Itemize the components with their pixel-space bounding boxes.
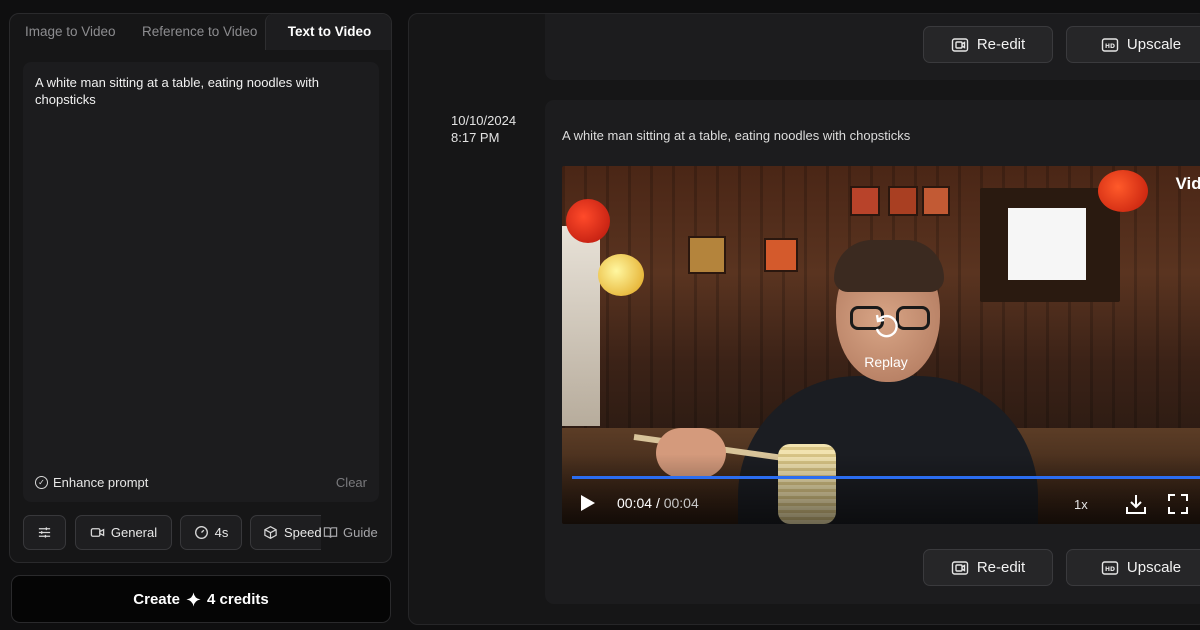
re-edit-label: Re-edit <box>976 36 1026 53</box>
prompt-text[interactable]: A white man sitting at a table, eating n… <box>35 74 365 108</box>
duration-selector[interactable]: 4s <box>180 515 242 550</box>
replay-button[interactable]: Replay <box>856 310 916 370</box>
guide-label: Guide <box>343 525 378 540</box>
replay-label: Replay <box>864 354 908 370</box>
svg-text:HD: HD <box>1105 43 1115 50</box>
svg-text:HD: HD <box>1105 566 1115 573</box>
video-progress-fill <box>572 476 1200 479</box>
video-frame-poster <box>922 186 950 216</box>
play-icon[interactable] <box>576 492 598 514</box>
enhance-prompt-label: Enhance prompt <box>53 475 149 490</box>
re-edit-button[interactable]: Re-edit <box>923 26 1053 63</box>
tab-reference-to-video[interactable]: Reference to Video <box>142 14 257 50</box>
playback-speed-button[interactable]: 1x <box>1074 497 1088 512</box>
video-frame-poster <box>850 186 880 216</box>
video-frame-window-left <box>562 226 600 426</box>
hd-icon: HD <box>1101 560 1119 575</box>
history-panel: Re-edit HD Upscale 10/10/2024 8:17 PM A … <box>408 13 1200 625</box>
hd-icon: HD <box>1101 37 1119 52</box>
video-frame-lantern <box>1098 170 1148 212</box>
history-card-current: A white man sitting at a table, eating n… <box>545 100 1200 604</box>
enhance-prompt-toggle[interactable]: ✓ Enhance prompt <box>35 475 148 490</box>
total-time: 00:04 <box>663 495 699 511</box>
settings-button[interactable] <box>23 515 66 550</box>
upscale-label: Upscale <box>1126 36 1182 53</box>
speed-selector[interactable]: Speed <box>250 515 330 550</box>
model-label: General <box>110 525 158 540</box>
video-camera-icon <box>90 528 105 537</box>
options-row: General 4s Speed Guide <box>23 515 389 551</box>
tab-text-to-video[interactable]: Text to Video <box>265 14 391 50</box>
prompt-input[interactable]: A white man sitting at a table, eating n… <box>23 62 379 502</box>
video-frame-poster <box>688 236 726 274</box>
history-card-previous: Re-edit HD Upscale <box>545 14 1200 80</box>
clock-icon <box>194 526 208 539</box>
re-edit-icon <box>951 37 969 52</box>
guide-link[interactable]: Guide <box>321 515 389 550</box>
upscale-label: Upscale <box>1126 559 1182 576</box>
re-edit-button[interactable]: Re-edit <box>923 549 1053 586</box>
generation-date: 10/10/2024 <box>451 113 517 128</box>
create-button[interactable]: Create 4 credits <box>11 575 391 623</box>
sparkle-icon <box>186 591 201 607</box>
video-frame-poster <box>888 186 918 216</box>
re-edit-icon <box>951 560 969 575</box>
re-edit-label: Re-edit <box>976 559 1026 576</box>
upscale-button[interactable]: HD Upscale <box>1066 549 1200 586</box>
check-circle-icon: ✓ <box>35 476 48 489</box>
video-frame-lantern <box>598 254 644 296</box>
tab-image-to-video[interactable]: Image to Video <box>25 14 116 50</box>
fullscreen-icon[interactable] <box>1166 492 1190 516</box>
download-icon[interactable] <box>1124 492 1148 516</box>
generator-panel: Image to Video Reference to Video Text t… <box>9 13 392 563</box>
current-time: 00:04 <box>617 495 653 511</box>
video-progress-bar[interactable] <box>572 476 1200 479</box>
generation-caption: A white man sitting at a table, eating n… <box>562 128 911 143</box>
clear-button[interactable]: Clear <box>336 475 367 490</box>
upscale-button[interactable]: HD Upscale <box>1066 26 1200 63</box>
generation-time: 8:17 PM <box>451 130 500 145</box>
replay-icon <box>875 314 898 338</box>
duration-label: 4s <box>214 525 229 540</box>
create-label: Create <box>133 590 180 608</box>
video-player[interactable]: Vidu Replay 00:04 / 00:04 1x <box>562 166 1200 524</box>
credits-label: 4 credits <box>207 590 269 608</box>
sliders-icon <box>38 527 51 538</box>
speed-label: Speed <box>284 525 322 540</box>
video-time: 00:04 / 00:04 <box>617 495 699 511</box>
vidu-watermark: Vidu <box>1175 174 1200 193</box>
cube-icon <box>264 525 277 540</box>
video-frame-lantern <box>566 199 610 243</box>
book-icon <box>323 527 338 538</box>
generation-timestamp: 10/10/2024 8:17 PM <box>451 112 516 146</box>
time-separator: / <box>655 495 660 511</box>
model-selector[interactable]: General <box>75 515 172 550</box>
mode-tabs: Image to Video Reference to Video Text t… <box>10 14 391 50</box>
